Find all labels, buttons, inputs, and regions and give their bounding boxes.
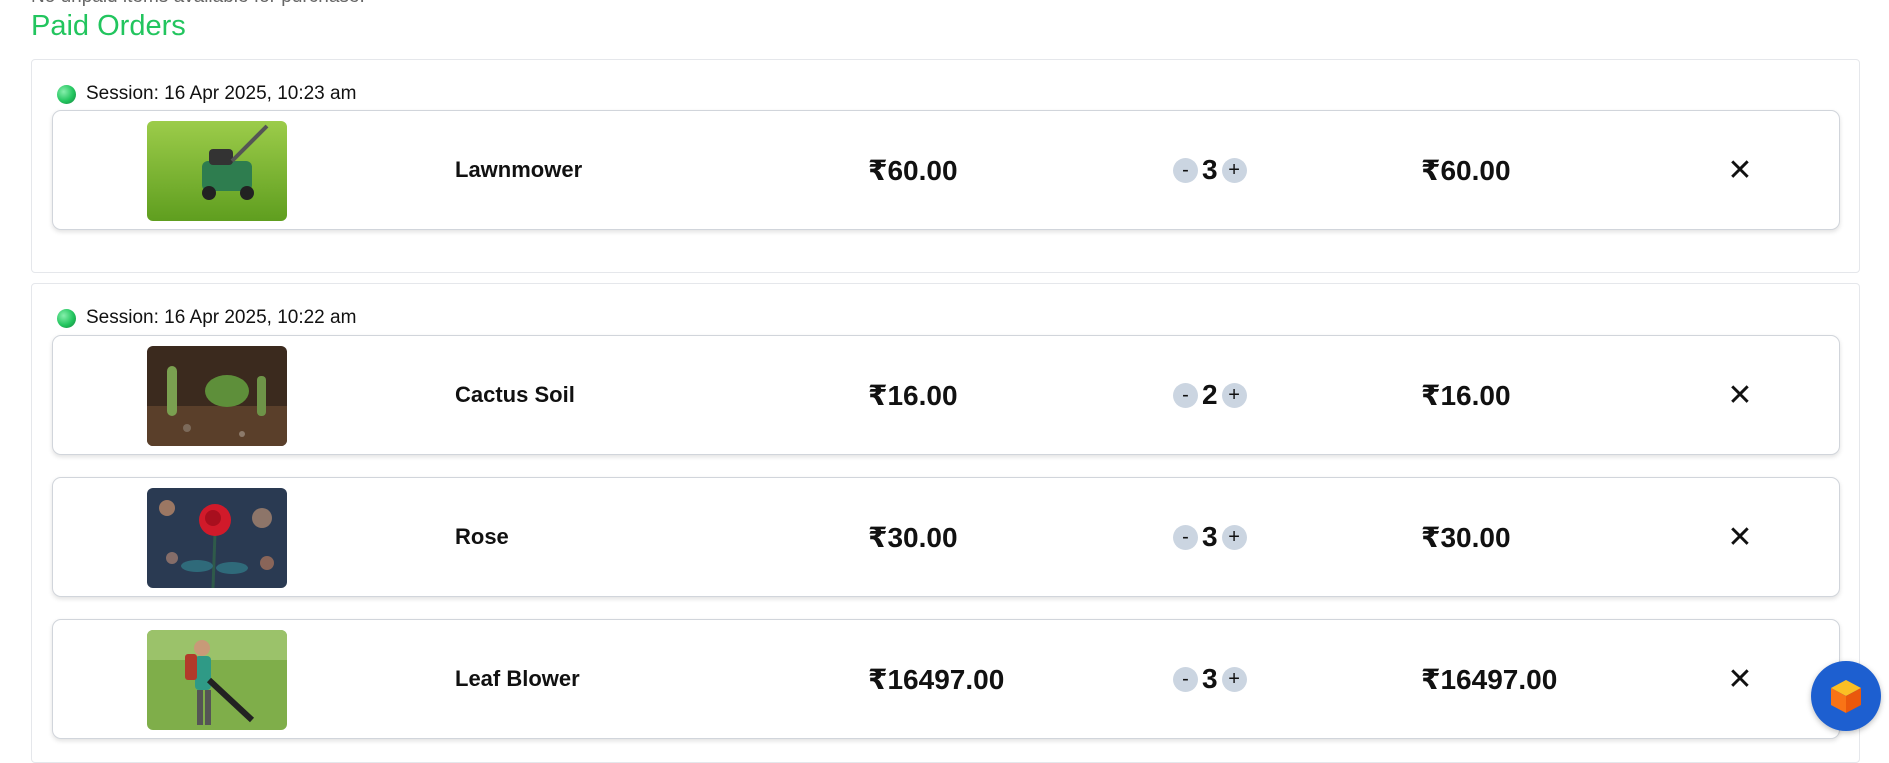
item-name: Rose: [455, 524, 509, 549]
remove-item-close-icon[interactable]: ✕: [1723, 478, 1757, 596]
quantity-stepper: - 3 +: [1173, 111, 1247, 229]
quantity-stepper: - 3 +: [1173, 478, 1247, 596]
order-session: Session: 16 Apr 2025, 10:23 am Lawnmower…: [31, 59, 1860, 273]
order-item-card: Leaf Blower ₹16497.00 - 3 + ₹16497.00 ✕: [52, 619, 1840, 739]
quantity-value: 2: [1202, 379, 1218, 410]
decrement-button[interactable]: -: [1173, 666, 1198, 692]
order-item-card: Rose ₹30.00 - 3 + ₹30.00 ✕: [52, 477, 1840, 597]
increment-button[interactable]: +: [1221, 382, 1247, 408]
session-header: Session: 16 Apr 2025, 10:23 am: [57, 83, 356, 105]
item-price: ₹60.00: [868, 154, 958, 186]
item-name: Lawnmower: [455, 157, 583, 182]
order-item-card: Cactus Soil ₹16.00 - 2 + ₹16.00 ✕: [52, 335, 1840, 455]
order-item-card: Lawnmower ₹60.00 - 3 + ₹60.00 ✕: [52, 110, 1840, 230]
remove-item-close-icon[interactable]: ✕: [1723, 111, 1757, 229]
no-unpaid-items-message: No unpaid items available for purchase.: [31, 0, 365, 8]
item-total: ₹16.00: [1421, 379, 1511, 411]
quantity-stepper: - 2 +: [1173, 336, 1247, 454]
orange-cube-icon: [1831, 680, 1861, 713]
increment-button[interactable]: +: [1221, 524, 1247, 550]
quantity-stepper: - 3 +: [1173, 620, 1247, 738]
increment-button[interactable]: +: [1221, 666, 1247, 692]
remove-item-close-icon[interactable]: ✕: [1723, 336, 1757, 454]
item-price: ₹16497.00: [868, 663, 1005, 695]
session-status-dot-icon: [57, 308, 76, 328]
item-total: ₹60.00: [1421, 154, 1511, 186]
decrement-button[interactable]: -: [1173, 524, 1198, 550]
item-price: ₹16.00: [868, 379, 958, 411]
item-total: ₹30.00: [1421, 521, 1511, 553]
quantity-value: 3: [1202, 663, 1218, 694]
session-status-dot-icon: [57, 84, 76, 104]
chat-launcher-button[interactable]: [1811, 661, 1881, 731]
session-label: Session: 16 Apr 2025, 10:22 am: [86, 307, 357, 328]
decrement-button[interactable]: -: [1173, 382, 1198, 408]
cactus-soil-image: [147, 346, 287, 446]
decrement-button[interactable]: -: [1173, 157, 1198, 183]
session-header: Session: 16 Apr 2025, 10:22 am: [57, 307, 356, 329]
session-label: Session: 16 Apr 2025, 10:23 am: [86, 83, 357, 104]
increment-button[interactable]: +: [1221, 157, 1247, 183]
rose-image: [147, 488, 287, 588]
remove-item-close-icon[interactable]: ✕: [1723, 620, 1757, 738]
item-price: ₹30.00: [868, 521, 958, 553]
order-session: Session: 16 Apr 2025, 10:22 am Cactus So…: [31, 283, 1860, 763]
item-total: ₹16497.00: [1421, 663, 1558, 695]
leaf-blower-image: [147, 630, 287, 730]
quantity-value: 3: [1202, 521, 1218, 552]
item-name: Cactus Soil: [455, 382, 575, 407]
paid-orders-title: Paid Orders: [31, 10, 186, 42]
cart-page: No unpaid items available for purchase. …: [0, 0, 1889, 763]
lawnmower-image: [147, 121, 287, 221]
item-name: Leaf Blower: [455, 666, 580, 691]
quantity-value: 3: [1202, 154, 1218, 185]
